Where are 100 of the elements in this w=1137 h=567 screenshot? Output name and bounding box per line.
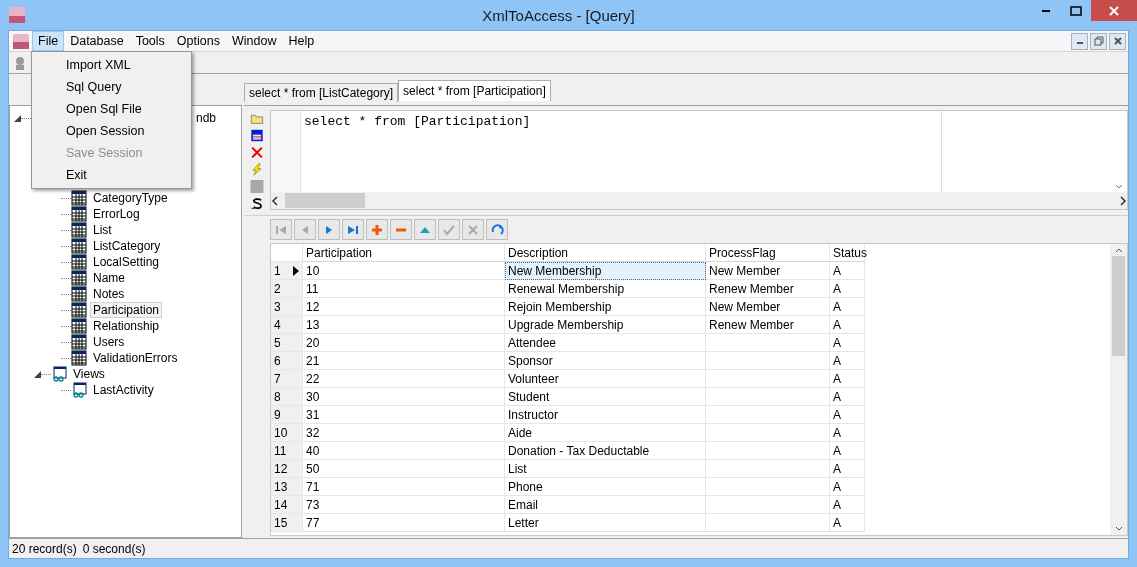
tree-item[interactable]: ndb <box>193 110 220 126</box>
tree-item[interactable]: Name <box>90 270 128 286</box>
row-header[interactable]: 6 <box>271 352 303 370</box>
tree-item[interactable]: LastActivity <box>90 382 157 398</box>
table-cell: A <box>830 406 865 424</box>
menu-entry[interactable]: Open Session <box>34 120 189 142</box>
tree-item[interactable]: Notes <box>90 286 128 302</box>
menu-entry[interactable]: Sql Query <box>34 76 189 98</box>
table-cell: 50 <box>303 460 505 478</box>
view-icon <box>71 382 87 398</box>
row-header[interactable]: 15 <box>271 514 303 532</box>
row-header[interactable]: 4 <box>271 316 303 334</box>
menu-item[interactable]: File <box>32 31 65 51</box>
window-title: XmlToAccess - [Query] <box>481 6 636 24</box>
menu-item[interactable]: Tools <box>129 31 171 51</box>
menu-item[interactable]: Options <box>170 31 226 51</box>
row-header[interactable]: 3 <box>271 298 303 316</box>
mdi-minimize-button[interactable] <box>1071 32 1088 50</box>
tree-item[interactable]: CategoryType <box>90 190 171 206</box>
row-header[interactable]: 2 <box>271 280 303 298</box>
current-row-indicator-icon <box>293 265 299 276</box>
menu-item[interactable]: Help <box>282 31 321 51</box>
menu-entry[interactable]: Open Sql File <box>34 98 189 120</box>
person-icon <box>13 55 27 70</box>
elapsed-time: 0 second(s) <box>82 541 146 556</box>
row-number: 8 <box>274 389 281 404</box>
column-header[interactable]: Description <box>505 244 706 262</box>
tree-item[interactable]: Views <box>70 366 108 382</box>
tree-item[interactable]: ValidationErrors <box>90 350 181 366</box>
navigator-button[interactable] <box>486 219 508 240</box>
table-cell: 20 <box>303 334 505 352</box>
query-tab[interactable]: select * from [Participation] <box>398 80 551 101</box>
table-cell: 30 <box>303 388 505 406</box>
row-header[interactable]: 12 <box>271 460 303 478</box>
row-header[interactable]: 10 <box>271 424 303 442</box>
record-count: 20 record(s) <box>12 541 77 556</box>
table-grid-icon <box>71 238 87 254</box>
row-header[interactable]: 8 <box>271 388 303 406</box>
row-header[interactable]: 5 <box>271 334 303 352</box>
mdi-restore-button[interactable] <box>1090 32 1107 50</box>
menu-entry[interactable]: Exit <box>34 164 189 186</box>
expand-triangle-icon[interactable] <box>14 114 21 122</box>
navigator-button[interactable] <box>414 219 436 240</box>
table-grid-icon <box>71 350 87 366</box>
table-cell: A <box>830 298 865 316</box>
table-cell: Renew Member <box>706 280 830 298</box>
tree-item[interactable]: Users <box>90 334 128 350</box>
scrollbar-thumb[interactable] <box>1112 256 1125 356</box>
tree-item[interactable]: LocalSetting <box>90 254 163 270</box>
tree-item[interactable]: ListCategory <box>90 238 164 254</box>
table-grid-icon <box>71 270 87 286</box>
table-cell: Student <box>505 388 706 406</box>
menu-entry[interactable]: Import XML <box>34 54 189 76</box>
column-header[interactable]: Status <box>830 244 865 262</box>
table-cell: 77 <box>303 514 505 532</box>
table-cell: 71 <box>303 478 505 496</box>
menu-item[interactable]: Window <box>225 31 283 51</box>
table-cell: 12 <box>303 298 505 316</box>
row-number: 6 <box>274 353 281 368</box>
maximize-icon <box>1070 5 1082 16</box>
column-header[interactable]: Participation <box>303 244 505 262</box>
close-button[interactable] <box>1091 0 1137 21</box>
tree-item[interactable]: ErrorLog <box>90 206 143 222</box>
table-grid-icon <box>71 286 87 302</box>
expand-triangle-icon[interactable] <box>34 370 41 378</box>
navigator-button[interactable] <box>318 219 340 240</box>
first-record-icon <box>275 223 287 236</box>
column-header[interactable]: ProcessFlag <box>706 244 830 262</box>
tree-item[interactable]: Relationship <box>90 318 163 334</box>
table-cell: A <box>830 514 865 532</box>
row-header[interactable]: 11 <box>271 442 303 460</box>
scrollbar-thumb[interactable] <box>285 193 365 208</box>
menu-item[interactable]: Database <box>64 31 130 51</box>
row-header[interactable]: 14 <box>271 496 303 514</box>
plus-icon <box>371 223 383 236</box>
tree-item[interactable]: Participation <box>90 302 163 318</box>
navigator-button[interactable] <box>342 219 364 240</box>
navigator-button[interactable] <box>390 219 412 240</box>
row-header[interactable]: 7 <box>271 370 303 388</box>
navigator-button[interactable] <box>366 219 388 240</box>
blank-tool-icon <box>249 180 265 193</box>
s-arrows-icon <box>249 197 265 210</box>
table-cell: Renewal Membership <box>505 280 706 298</box>
table-cell: Sponsor <box>505 352 706 370</box>
table-grid-icon <box>71 302 87 318</box>
table-cell: 10 <box>303 262 505 280</box>
refresh-arrow-icon <box>490 222 504 237</box>
table-cell: A <box>830 442 865 460</box>
table-cell: A <box>830 496 865 514</box>
table-cell: A <box>830 478 865 496</box>
mdi-close-button[interactable] <box>1109 32 1126 50</box>
row-header[interactable]: 13 <box>271 478 303 496</box>
row-header[interactable]: 1 <box>271 262 303 280</box>
table-cell: 40 <box>303 442 505 460</box>
row-number: 5 <box>274 335 281 350</box>
query-tab[interactable]: select * from [ListCategory] <box>244 83 399 102</box>
table-cell: Aide <box>505 424 706 442</box>
sql-editor[interactable]: select * from [Participation] <box>270 110 1128 210</box>
tree-item[interactable]: List <box>90 222 115 238</box>
row-header[interactable]: 9 <box>271 406 303 424</box>
